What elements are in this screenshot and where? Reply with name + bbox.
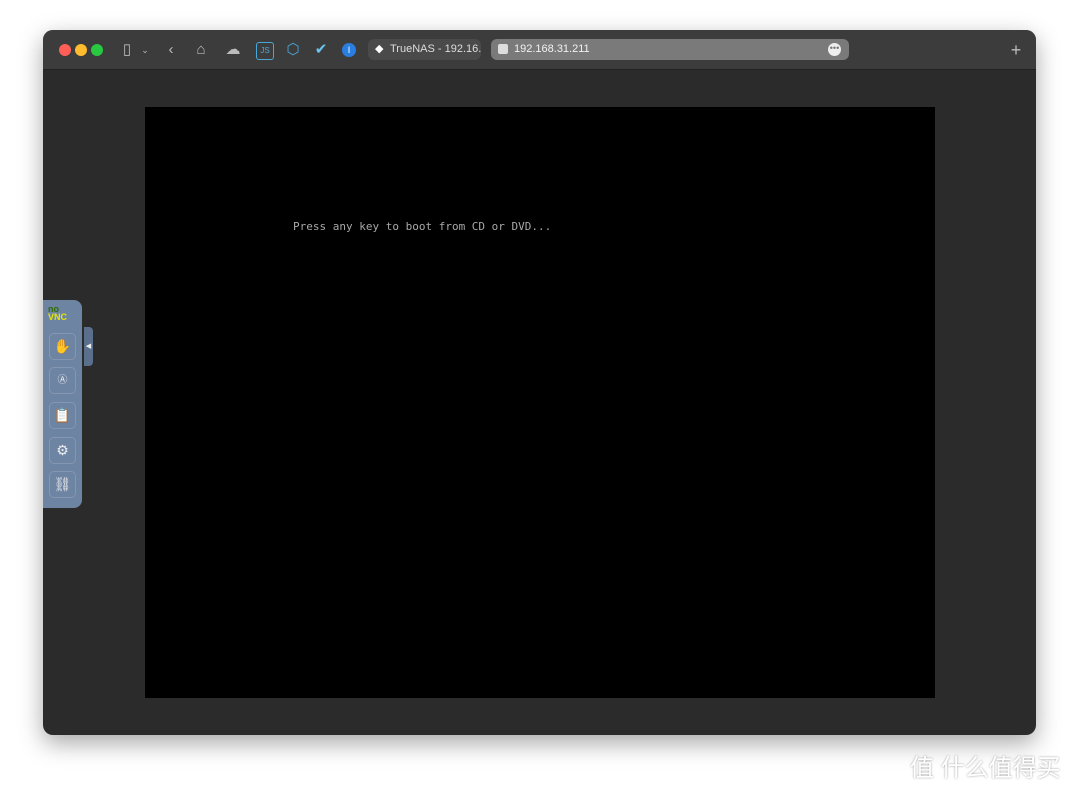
watermark: 值 什么值得买: [910, 755, 1061, 782]
keyboard-button[interactable]: Ⓐ: [49, 367, 76, 394]
boot-message: Press any key to boot from CD or DVD...: [293, 220, 552, 233]
control-bar-handle[interactable]: ◀: [84, 327, 93, 366]
tab-title: TrueNAS - 192.16...: [390, 43, 481, 55]
cube-icon[interactable]: ⬡: [283, 40, 303, 60]
novnc-logo: no VNC: [48, 305, 68, 322]
site-icon: [498, 44, 508, 54]
url-text: 192.168.31.211: [514, 43, 590, 55]
logo-bottom: VNC: [48, 312, 68, 322]
browser-toolbar: ▯ ⌄ ‹ ⌂ ☁ JS ⬡ ✔ I ◆ TrueNAS - 192.16...…: [43, 30, 1036, 70]
home-icon[interactable]: ⌂: [191, 40, 211, 60]
tab-truenas[interactable]: ◆ TrueNAS - 192.16...: [368, 39, 481, 60]
disconnect-button[interactable]: ⛓: [49, 471, 76, 498]
clipboard-button[interactable]: 📋: [49, 402, 76, 429]
minimize-button[interactable]: [75, 44, 87, 56]
close-button[interactable]: [59, 44, 71, 56]
vnc-screen[interactable]: Press any key to boot from CD or DVD...: [145, 107, 935, 698]
address-bar[interactable]: 192.168.31.211 •••: [491, 39, 849, 60]
settings-button[interactable]: ⚙: [49, 437, 76, 464]
zoom-button[interactable]: [91, 44, 103, 56]
chevron-down-icon[interactable]: ⌄: [140, 40, 150, 60]
new-tab-button[interactable]: +: [1006, 40, 1026, 60]
drag-button[interactable]: ✋: [49, 333, 76, 360]
js-icon[interactable]: JS: [256, 42, 274, 60]
sidebar-icon[interactable]: ▯: [117, 40, 137, 60]
back-icon[interactable]: ‹: [163, 40, 179, 60]
cloud-icon[interactable]: ☁: [223, 40, 243, 60]
browser-window: ▯ ⌄ ‹ ⌂ ☁ JS ⬡ ✔ I ◆ TrueNAS - 192.16...…: [43, 30, 1036, 735]
more-icon[interactable]: •••: [828, 43, 841, 56]
novnc-control-bar: no VNC ✋ Ⓐ 📋 ⚙ ⛓: [43, 300, 82, 508]
check-icon[interactable]: ✔: [311, 40, 331, 60]
1password-icon[interactable]: I: [342, 43, 356, 57]
truenas-favicon: ◆: [375, 43, 384, 55]
